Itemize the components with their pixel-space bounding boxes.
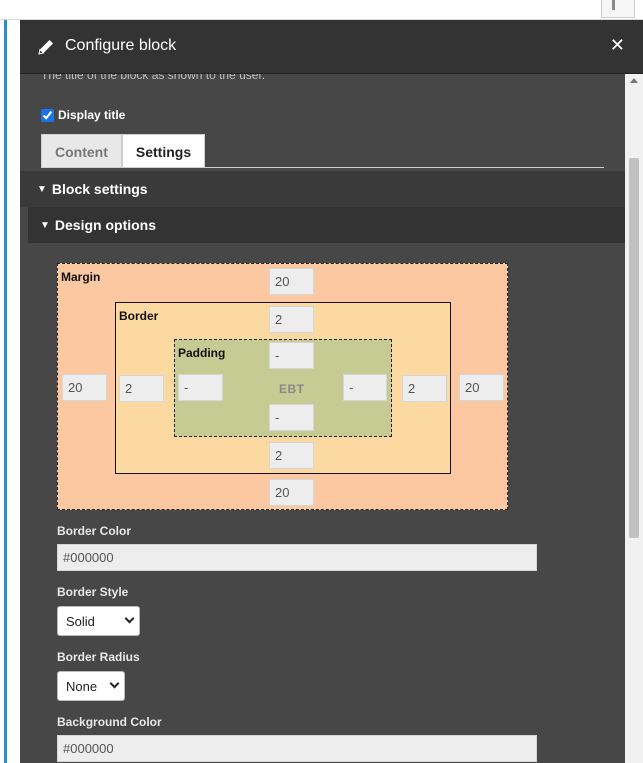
tabs-divider	[41, 167, 604, 168]
chevron-down-icon	[109, 678, 120, 689]
browser-top-strip	[0, 0, 643, 20]
border-left-input[interactable]	[119, 375, 164, 402]
display-title-checkbox[interactable]	[41, 108, 54, 122]
margin-label: Margin	[61, 270, 101, 284]
border-radius-select[interactable]: None	[57, 671, 125, 701]
margin-bottom-input[interactable]	[269, 479, 314, 506]
left-accent-line	[4, 20, 7, 763]
border-radius-label: Border Radius	[57, 650, 140, 664]
tab-bar: Content Settings	[41, 134, 206, 168]
margin-top-input[interactable]	[269, 268, 314, 295]
margin-right-input[interactable]	[459, 374, 504, 401]
display-title-option[interactable]: Display title	[41, 108, 125, 122]
margin-box: Margin Border Padding EBT	[57, 263, 508, 510]
close-icon[interactable]: ✕	[610, 35, 625, 56]
configure-block-dialog: Configure block ✕ The title of the block…	[20, 20, 643, 763]
border-color-label: Border Color	[57, 524, 132, 538]
design-options-title: Design options	[54, 217, 157, 233]
padding-left-input[interactable]	[178, 374, 223, 401]
design-options-header[interactable]: ▼ Design options	[28, 207, 625, 243]
padding-box: Padding EBT	[174, 339, 392, 437]
pencil-icon	[36, 37, 56, 57]
block-settings-header[interactable]: ▼ Block settings	[20, 171, 625, 207]
padding-label: Padding	[178, 346, 226, 360]
dialog-scrollbar[interactable]	[625, 74, 643, 763]
expand-triangle-icon: ▼	[40, 219, 50, 231]
border-color-input[interactable]	[57, 544, 537, 571]
border-style-value: Solid	[66, 613, 95, 629]
border-box: Border Padding EBT	[115, 302, 451, 474]
border-top-input[interactable]	[269, 306, 314, 333]
border-style-select[interactable]: Solid	[57, 606, 140, 636]
border-radius-value: None	[66, 678, 98, 694]
content-center-label: EBT	[279, 382, 305, 396]
padding-top-input[interactable]	[269, 342, 314, 369]
tab-content[interactable]: Content	[41, 134, 122, 168]
padding-right-input[interactable]	[343, 374, 387, 401]
scrollbar-thumb[interactable]	[629, 158, 639, 538]
padding-bottom-input[interactable]	[269, 404, 314, 431]
toolbar-corner-button[interactable]	[601, 0, 635, 18]
margin-left-input[interactable]	[62, 374, 107, 401]
border-label: Border	[119, 309, 159, 323]
title-help-text: The title of the block as shown to the u…	[41, 74, 266, 82]
expand-triangle-icon: ▼	[37, 183, 47, 195]
dialog-content: The title of the block as shown to the u…	[20, 74, 625, 763]
toolbar-corner-icon	[612, 0, 626, 10]
tab-settings[interactable]: Settings	[121, 134, 206, 168]
border-style-label: Border Style	[57, 585, 129, 599]
border-right-input[interactable]	[402, 375, 447, 402]
display-title-label: Display title	[58, 108, 126, 122]
dialog-titlebar: Configure block ✕	[20, 20, 643, 74]
background-color-input[interactable]	[57, 735, 537, 762]
scroll-up-arrow-icon[interactable]	[630, 78, 638, 83]
chevron-down-icon	[124, 613, 135, 624]
dialog-title: Configure block	[65, 37, 177, 54]
border-bottom-input[interactable]	[269, 442, 314, 469]
block-settings-title: Block settings	[51, 181, 148, 197]
background-color-label: Background Color	[57, 715, 162, 729]
